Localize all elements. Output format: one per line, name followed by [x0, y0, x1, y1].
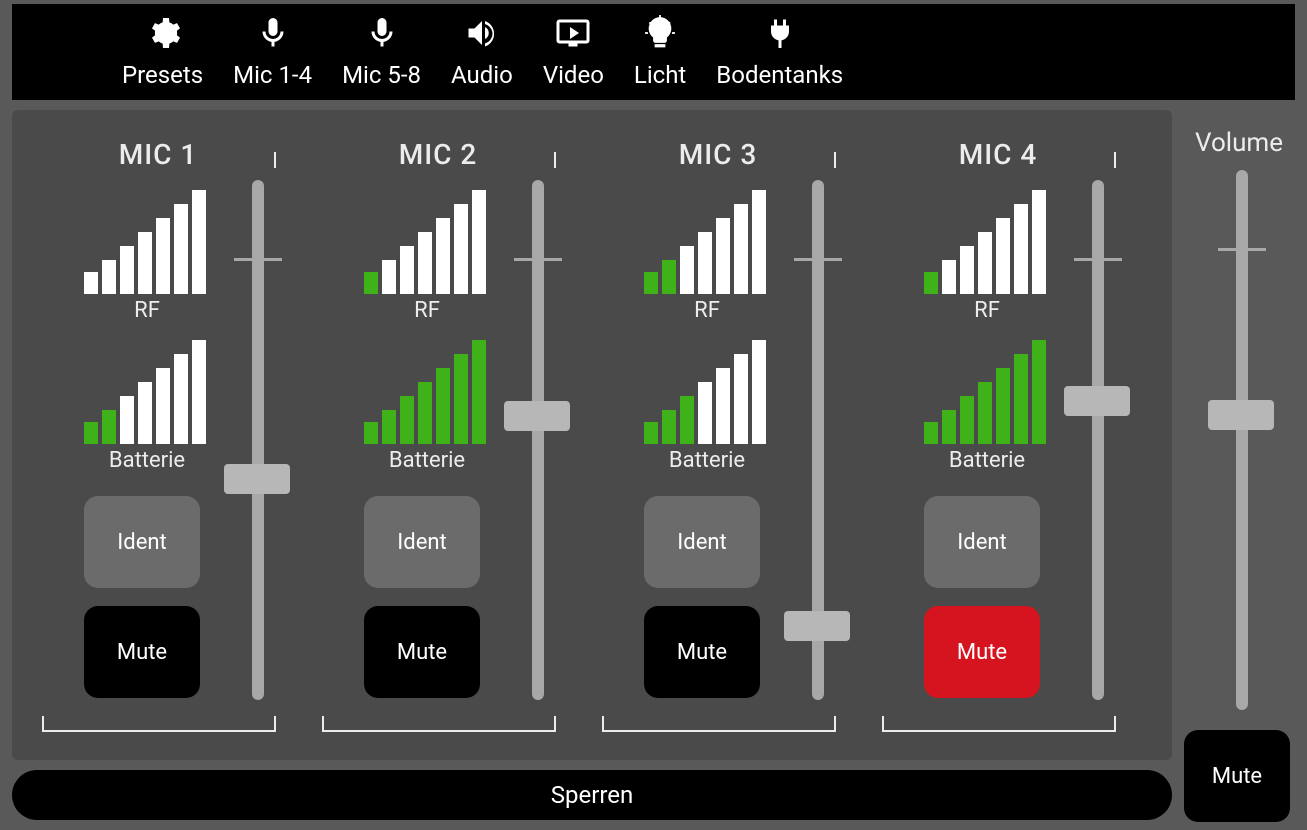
ident-button[interactable]: Ident — [364, 496, 480, 588]
rf-label: RF — [602, 298, 812, 323]
master-mute-button[interactable]: Mute — [1184, 730, 1290, 822]
mic-title: MIC 4 — [882, 138, 1114, 171]
battery-label: Batterie — [42, 448, 252, 473]
master-slider-thumb[interactable] — [1208, 400, 1274, 430]
battery-meter — [924, 340, 1046, 444]
mic-slider[interactable] — [784, 180, 850, 700]
rf-meter — [84, 190, 206, 294]
nav-item-presets[interactable]: Presets — [122, 15, 203, 89]
battery-meter — [84, 340, 206, 444]
master-volume-section: Volume Mute — [1184, 110, 1294, 822]
mute-button[interactable]: Mute — [644, 606, 760, 698]
nav-label: Mic 5-8 — [342, 61, 421, 89]
rf-meter — [644, 190, 766, 294]
mic-channel-3: MIC 3 RF Batterie Ident Mute — [602, 120, 872, 740]
ident-button[interactable]: Ident — [644, 496, 760, 588]
volume-label: Volume — [1184, 128, 1294, 158]
rf-label: RF — [322, 298, 532, 323]
mic-panel: MIC 1 RF Batterie Ident Mute MIC 2 RF Ba… — [12, 110, 1172, 760]
gear-icon — [145, 15, 181, 61]
nav-label: Video — [543, 61, 604, 89]
nav-label: Audio — [451, 61, 513, 89]
mute-button[interactable]: Mute — [84, 606, 200, 698]
mic-channel-2: MIC 2 RF Batterie Ident Mute — [322, 120, 592, 740]
mic-slider-thumb[interactable] — [1064, 386, 1130, 416]
mic-slider-thumb[interactable] — [224, 464, 290, 494]
mic-slider-thumb[interactable] — [504, 401, 570, 431]
mic-slider[interactable] — [504, 180, 570, 700]
mic-icon — [364, 15, 400, 61]
mic-slider[interactable] — [224, 180, 290, 700]
nav-item-mic-1-4[interactable]: Mic 1-4 — [233, 15, 312, 89]
battery-label: Batterie — [602, 448, 812, 473]
mic-title: MIC 1 — [42, 138, 274, 171]
rf-meter — [364, 190, 486, 294]
mic-title: MIC 2 — [322, 138, 554, 171]
speaker-icon — [464, 15, 500, 61]
mute-button[interactable]: Mute — [364, 606, 480, 698]
mic-title: MIC 3 — [602, 138, 834, 171]
top-nav: Presets Mic 1-4 Mic 5-8 Audio Video Lich… — [12, 4, 1295, 100]
plug-icon — [762, 15, 798, 61]
master-slider[interactable] — [1208, 170, 1274, 710]
nav-item-video[interactable]: Video — [543, 15, 604, 89]
nav-item-mic-5-8[interactable]: Mic 5-8 — [342, 15, 421, 89]
mic-slider-thumb[interactable] — [784, 611, 850, 641]
nav-label: Licht — [634, 61, 686, 89]
nav-label: Mic 1-4 — [233, 61, 312, 89]
battery-label: Batterie — [322, 448, 532, 473]
ident-button[interactable]: Ident — [84, 496, 200, 588]
mic-icon — [255, 15, 291, 61]
mic-channel-4: MIC 4 RF Batterie Ident Mute — [882, 120, 1152, 740]
bulb-icon — [642, 15, 678, 61]
mute-button[interactable]: Mute — [924, 606, 1040, 698]
screen-icon — [555, 15, 591, 61]
ident-button[interactable]: Ident — [924, 496, 1040, 588]
mic-slider[interactable] — [1064, 180, 1130, 700]
nav-label: Bodentanks — [716, 61, 843, 89]
nav-label: Presets — [122, 61, 203, 89]
nav-item-bodentanks[interactable]: Bodentanks — [716, 15, 843, 89]
nav-item-licht[interactable]: Licht — [634, 15, 686, 89]
mic-channel-1: MIC 1 RF Batterie Ident Mute — [42, 120, 312, 740]
rf-label: RF — [882, 298, 1092, 323]
battery-meter — [644, 340, 766, 444]
nav-item-audio[interactable]: Audio — [451, 15, 513, 89]
battery-meter — [364, 340, 486, 444]
lock-button[interactable]: Sperren — [12, 770, 1172, 820]
rf-meter — [924, 190, 1046, 294]
rf-label: RF — [42, 298, 252, 323]
battery-label: Batterie — [882, 448, 1092, 473]
